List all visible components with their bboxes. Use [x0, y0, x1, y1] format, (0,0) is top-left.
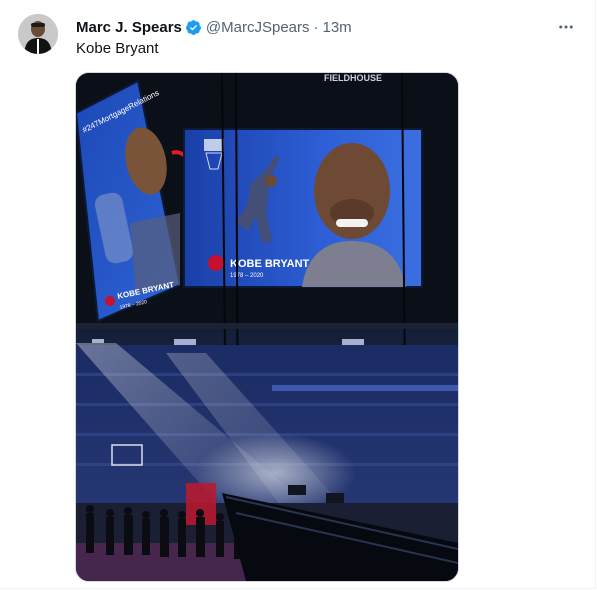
tweet-card[interactable]: Marc J. Spears @MarcJSpears · 13m Kobe B… — [0, 0, 596, 589]
scoreboard-main: KOBE BRYANT 1978 – 2020 — [183, 128, 423, 288]
arena-photo: FIELDHOUSE #247MortgageRelations KOBE BR… — [76, 73, 458, 581]
timestamp[interactable]: 13m — [323, 19, 352, 36]
more-options-button[interactable] — [555, 16, 577, 38]
nba-75-logo-left — [105, 296, 115, 306]
author-handle[interactable]: @MarcJSpears — [206, 19, 310, 36]
nba-75-logo-main — [208, 255, 224, 271]
board-main-name: KOBE BRYANT — [230, 258, 310, 270]
tweet-photo[interactable]: FIELDHOUSE #247MortgageRelations KOBE BR… — [75, 72, 459, 582]
author-name[interactable]: Marc J. Spears — [76, 19, 182, 36]
more-horizontal-icon — [559, 25, 573, 29]
avatar-photo — [18, 14, 58, 54]
venue-sign: FIELDHOUSE — [324, 73, 382, 83]
board-main-years: 1978 – 2020 — [230, 273, 264, 279]
tweet-header: Marc J. Spears @MarcJSpears · 13m — [76, 16, 575, 38]
avatar[interactable] — [18, 14, 58, 54]
verified-badge-icon — [185, 19, 201, 35]
people-on-court — [86, 505, 243, 559]
separator-dot: · — [313, 18, 319, 36]
lighting-truss — [76, 323, 458, 329]
tweet-text: Kobe Bryant — [76, 40, 159, 57]
